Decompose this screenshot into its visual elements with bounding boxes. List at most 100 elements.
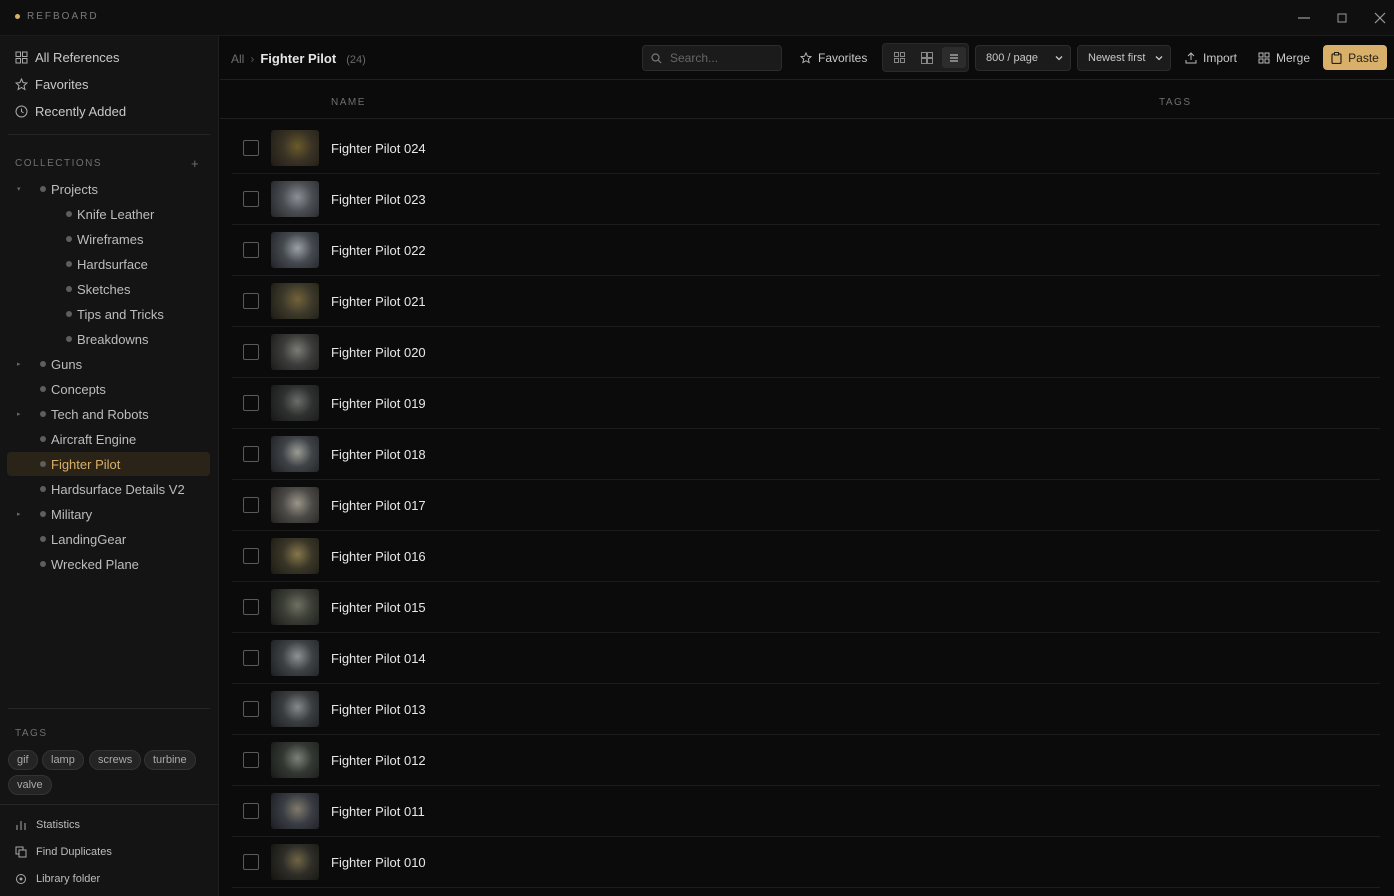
table-row[interactable]: Fighter Pilot 019	[232, 378, 1380, 429]
find-duplicates-link[interactable]: Find Duplicates	[15, 842, 112, 862]
table-row[interactable]: Fighter Pilot 012	[232, 735, 1380, 786]
table-row[interactable]: Fighter Pilot 022	[232, 225, 1380, 276]
collection-item[interactable]: Projects	[40, 177, 98, 201]
thumbnail-image[interactable]	[271, 130, 319, 166]
collection-item[interactable]: Wrecked Plane	[40, 552, 139, 576]
close-button[interactable]	[1368, 6, 1392, 30]
collection-item[interactable]: Concepts	[40, 377, 106, 401]
name-column-header[interactable]: NAME	[331, 97, 366, 108]
collection-item[interactable]: Guns	[40, 352, 82, 376]
breadcrumb-root[interactable]: All	[231, 52, 244, 66]
row-checkbox[interactable]	[243, 854, 259, 870]
nav-favorites[interactable]: Favorites	[8, 72, 210, 96]
add-collection-icon[interactable]: +	[191, 156, 199, 171]
row-checkbox[interactable]	[243, 803, 259, 819]
collection-item[interactable]: Tips and Tricks	[66, 302, 164, 326]
statistics-link[interactable]: Statistics	[15, 815, 80, 835]
row-name: Fighter Pilot 013	[331, 702, 426, 717]
row-checkbox[interactable]	[243, 395, 259, 411]
thumbnail-image[interactable]	[271, 640, 319, 676]
small-grid-view-button[interactable]	[887, 47, 911, 68]
collection-item[interactable]: Hardsurface Details V2	[40, 477, 185, 501]
search-icon	[651, 52, 662, 63]
thumbnail-image[interactable]	[271, 691, 319, 727]
collection-item[interactable]: Sketches	[66, 277, 130, 301]
search-box[interactable]	[642, 45, 782, 71]
tags-column-header[interactable]: TAGS	[1159, 97, 1191, 108]
tag-chip[interactable]: gif	[8, 750, 38, 770]
thumbnail-image[interactable]	[271, 538, 319, 574]
row-checkbox[interactable]	[243, 191, 259, 207]
collection-item[interactable]: Hardsurface	[66, 252, 148, 276]
row-checkbox[interactable]	[243, 701, 259, 717]
nav-all-references[interactable]: All References	[8, 45, 210, 69]
divider	[0, 804, 219, 805]
collection-item[interactable]: Tech and Robots	[40, 402, 149, 426]
row-checkbox[interactable]	[243, 599, 259, 615]
table-row[interactable]: Fighter Pilot 011	[232, 786, 1380, 837]
large-grid-view-button[interactable]	[915, 47, 939, 68]
expand-caret-icon[interactable]: ▸	[17, 410, 21, 418]
row-checkbox[interactable]	[243, 446, 259, 462]
collection-item[interactable]: Military	[40, 502, 92, 526]
thumbnail-image[interactable]	[271, 844, 319, 880]
row-checkbox[interactable]	[243, 650, 259, 666]
minimize-button[interactable]	[1292, 6, 1316, 30]
table-row[interactable]: Fighter Pilot 023	[232, 174, 1380, 225]
collection-item[interactable]: Aircraft Engine	[40, 427, 136, 451]
thumbnail-image[interactable]	[271, 742, 319, 778]
favorites-filter-button[interactable]: Favorites	[794, 45, 873, 71]
row-checkbox[interactable]	[243, 140, 259, 156]
thumbnail-image[interactable]	[271, 487, 319, 523]
merge-button[interactable]: Merge	[1252, 45, 1316, 71]
collection-item[interactable]: Wireframes	[66, 227, 143, 251]
thumbnail-image[interactable]	[271, 232, 319, 268]
expand-caret-icon[interactable]: ▸	[17, 510, 21, 518]
row-checkbox[interactable]	[243, 548, 259, 564]
thumbnail-image[interactable]	[271, 283, 319, 319]
collection-item[interactable]: Breakdowns	[66, 327, 149, 351]
row-checkbox[interactable]	[243, 242, 259, 258]
table-row[interactable]: Fighter Pilot 016	[232, 531, 1380, 582]
nav-recently-added[interactable]: Recently Added	[8, 99, 210, 123]
row-checkbox[interactable]	[243, 344, 259, 360]
collection-item[interactable]: Fighter Pilot	[40, 452, 120, 476]
tag-label: screws	[98, 754, 133, 766]
collection-item[interactable]: LandingGear	[40, 527, 126, 551]
table-row[interactable]: Fighter Pilot 015	[232, 582, 1380, 633]
table-row[interactable]: Fighter Pilot 021	[232, 276, 1380, 327]
collection-item[interactable]: Knife Leather	[66, 202, 154, 226]
tag-chip[interactable]: valve	[8, 775, 52, 795]
table-row[interactable]: Fighter Pilot 024	[232, 123, 1380, 174]
thumbnail-image[interactable]	[271, 181, 319, 217]
thumbnail-image[interactable]	[271, 334, 319, 370]
tag-chip[interactable]: screws	[89, 750, 142, 770]
expand-caret-icon[interactable]: ▸	[17, 360, 21, 368]
row-checkbox[interactable]	[243, 752, 259, 768]
tag-chip[interactable]: turbine	[144, 750, 196, 770]
table-row[interactable]: Fighter Pilot 017	[232, 480, 1380, 531]
thumbnail-image[interactable]	[271, 436, 319, 472]
table-row[interactable]: Fighter Pilot 010	[232, 837, 1380, 888]
table-row[interactable]: Fighter Pilot 020	[232, 327, 1380, 378]
thumbnail-image[interactable]	[271, 385, 319, 421]
tag-chip[interactable]: lamp	[42, 750, 84, 770]
row-name: Fighter Pilot 014	[331, 651, 426, 666]
list-view-button[interactable]	[942, 47, 966, 68]
table-row[interactable]: Fighter Pilot 014	[232, 633, 1380, 684]
chevron-down-icon	[1155, 56, 1163, 61]
row-checkbox[interactable]	[243, 293, 259, 309]
table-row[interactable]: Fighter Pilot 013	[232, 684, 1380, 735]
row-checkbox[interactable]	[243, 497, 259, 513]
sort-select[interactable]: Newest first	[1077, 45, 1171, 71]
library-folder-link[interactable]: Library folder	[15, 869, 100, 889]
search-input[interactable]	[670, 51, 770, 65]
thumbnail-image[interactable]	[271, 589, 319, 625]
import-button[interactable]: Import	[1179, 45, 1243, 71]
thumbnail-image[interactable]	[271, 793, 319, 829]
maximize-button[interactable]	[1330, 6, 1354, 30]
collapse-caret-icon[interactable]: ▾	[17, 185, 21, 193]
per-page-select[interactable]: 800 / page	[975, 45, 1071, 71]
table-row[interactable]: Fighter Pilot 018	[232, 429, 1380, 480]
paste-button[interactable]: Paste	[1323, 45, 1387, 70]
